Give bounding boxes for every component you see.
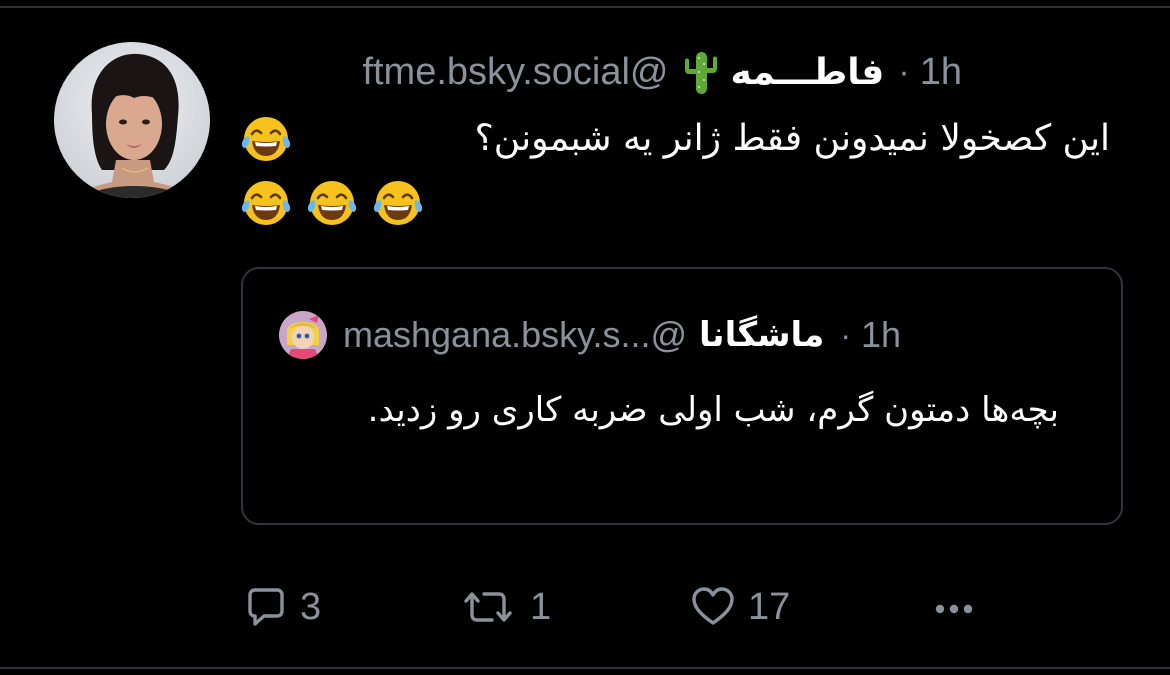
face-with-tears-of-joy-icon — [240, 176, 292, 228]
reply-icon — [244, 585, 288, 629]
cactus-icon — [681, 48, 721, 96]
reply-count: 3 — [300, 585, 322, 628]
quoted-post-timestamp[interactable]: 1h — [861, 314, 901, 356]
avatar[interactable] — [54, 42, 210, 198]
face-with-tears-of-joy-icon — [372, 176, 424, 228]
post-text: این کصخولا نمیدونن فقط ژانر یه شبمونن؟ — [474, 118, 1110, 159]
separator-dot: · — [898, 52, 910, 91]
divider — [0, 667, 1170, 669]
heart-icon — [690, 585, 736, 629]
ellipsis-icon — [930, 585, 978, 629]
repost-button[interactable]: 1 — [458, 582, 551, 632]
emoji-row — [240, 176, 424, 228]
reply-button[interactable]: 3 — [244, 582, 321, 632]
quoted-avatar[interactable] — [279, 311, 327, 359]
divider — [0, 6, 1170, 8]
repost-icon — [458, 585, 518, 629]
quoted-post-header: mashgana.bsky.s...@ ماشگانا · 1h — [279, 309, 901, 361]
quoted-author-display-name[interactable]: ماشگانا — [699, 315, 824, 355]
author-display-name[interactable]: فاطـــمه — [731, 52, 885, 93]
post-actions: 3 1 17 — [244, 582, 984, 632]
repost-count: 1 — [530, 585, 552, 628]
face-with-tears-of-joy-icon — [240, 112, 292, 164]
quoted-post-text: بچه‌ها دمتون گرم، شب اولی ضربه کاری رو ز… — [367, 390, 1059, 430]
more-options-button[interactable] — [930, 582, 978, 632]
post-header: ftme.bsky.social@ فاطـــمه · 1h — [362, 44, 962, 100]
face-with-tears-of-joy-icon — [306, 176, 358, 228]
like-button[interactable]: 17 — [690, 582, 790, 632]
author-handle[interactable]: ftme.bsky.social@ — [362, 51, 668, 94]
post-card[interactable]: ftme.bsky.social@ فاطـــمه · 1h این کصخو… — [0, 0, 1170, 675]
quoted-post[interactable]: mashgana.bsky.s...@ ماشگانا · 1h بچه‌ها … — [241, 267, 1123, 525]
separator-dot: · — [840, 316, 852, 353]
post-timestamp[interactable]: 1h — [920, 51, 962, 94]
quoted-author-handle[interactable]: mashgana.bsky.s...@ — [343, 314, 687, 356]
like-count: 17 — [748, 585, 791, 628]
